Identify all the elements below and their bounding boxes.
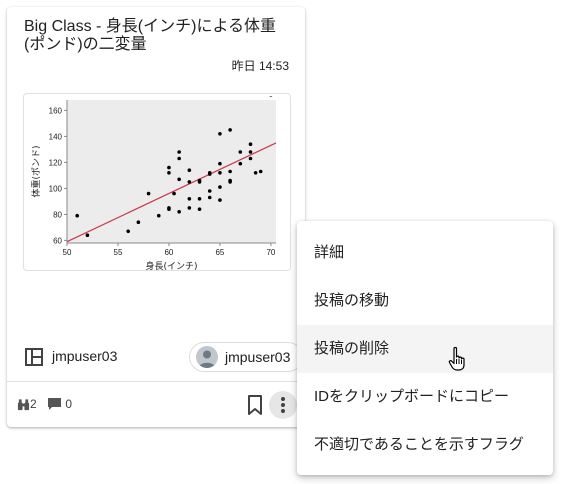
data-point xyxy=(177,150,181,154)
y-tick-label: 100 xyxy=(49,184,63,193)
data-point xyxy=(207,189,212,193)
data-point xyxy=(167,207,171,211)
data-point xyxy=(126,229,130,234)
scatter-plot: 60 80 100 120 140 160 50 55 60 65 70 体重(ポンド) 身長(インチ) xyxy=(24,94,290,270)
bookmark-icon xyxy=(248,395,262,415)
author-name: jmpuser03 xyxy=(225,349,291,365)
y-tick-label: 60 xyxy=(53,236,62,245)
x-tick-label: 65 xyxy=(215,248,224,257)
data-point xyxy=(75,213,79,218)
comments-stat: 0 xyxy=(47,397,72,411)
data-point xyxy=(167,165,171,170)
data-point xyxy=(177,210,181,214)
card-divider xyxy=(7,381,305,382)
data-point xyxy=(218,161,222,166)
data-point xyxy=(177,177,181,182)
data-point xyxy=(218,171,222,175)
context-menu: 詳細 投稿の移動 投稿の削除 IDをクリップボードにコピー 不適切であることを示… xyxy=(297,221,553,475)
menu-item-flag-inappropriate[interactable]: 不適切であることを示すフラグ xyxy=(297,421,553,469)
y-axis-label: 体重(ポンド) xyxy=(30,145,42,197)
views-stat: 2 xyxy=(17,397,37,411)
data-point xyxy=(177,156,181,161)
data-point xyxy=(136,220,141,224)
views-count: 2 xyxy=(30,397,37,411)
menu-item-move-post[interactable]: 投稿の移動 xyxy=(297,277,553,325)
menu-item-copy-id[interactable]: IDをクリップボードにコピー xyxy=(297,373,553,421)
data-point xyxy=(228,178,232,183)
data-point xyxy=(197,207,202,211)
y-tick-label: 160 xyxy=(49,106,63,115)
owner-row: jmpuser03 jmpuser03 xyxy=(24,342,303,372)
data-point xyxy=(146,191,151,196)
post-card[interactable]: Big Class - 身長(インチ)による体重(ポンド)の二変量 昨日 14:… xyxy=(7,7,305,427)
data-point xyxy=(228,169,232,174)
post-timestamp: 昨日 14:53 xyxy=(231,59,289,73)
author-chip[interactable]: jmpuser03 xyxy=(189,342,303,372)
data-point xyxy=(85,233,90,237)
binoculars-icon xyxy=(17,399,30,411)
hand-cursor-icon xyxy=(448,346,465,371)
y-tick-label: 80 xyxy=(53,210,62,219)
data-point xyxy=(187,206,192,210)
data-point xyxy=(207,172,212,176)
data-point xyxy=(167,171,171,175)
data-point xyxy=(238,161,243,166)
menu-item-details[interactable]: 詳細 xyxy=(297,229,553,277)
more-options-button[interactable] xyxy=(269,391,297,419)
owner-name[interactable]: jmpuser03 xyxy=(52,348,117,364)
data-point xyxy=(197,197,202,201)
data-point xyxy=(218,132,222,136)
data-point xyxy=(218,185,222,189)
data-point xyxy=(238,150,243,154)
person-icon xyxy=(198,350,216,368)
data-point xyxy=(156,213,161,218)
bookmark-button[interactable] xyxy=(245,394,265,416)
data-point xyxy=(172,191,176,196)
more-vertical-icon xyxy=(281,397,285,413)
x-axis-label: 身長(インチ) xyxy=(145,260,197,270)
comments-count: 0 xyxy=(65,397,73,411)
x-tick-label: 50 xyxy=(63,248,72,257)
x-tick-label: 70 xyxy=(266,248,275,257)
post-title[interactable]: Big Class - 身長(インチ)による体重(ポンド)の二変量 xyxy=(24,18,294,54)
data-point xyxy=(248,150,253,154)
space-icon xyxy=(25,348,43,366)
data-point xyxy=(258,169,263,174)
plot-area xyxy=(67,100,276,243)
data-point xyxy=(187,180,192,184)
x-tick-label: 55 xyxy=(114,248,123,257)
data-point xyxy=(248,142,253,146)
avatar xyxy=(196,346,218,368)
x-tick-label: 60 xyxy=(164,248,173,257)
data-point xyxy=(187,168,192,172)
data-point xyxy=(248,156,253,161)
data-point xyxy=(218,198,222,202)
data-point xyxy=(187,197,192,201)
chart-thumbnail[interactable]: 60 80 100 120 140 160 50 55 60 65 70 体重(ポンド) 身長(インチ) xyxy=(23,93,291,271)
y-tick-label: 140 xyxy=(49,132,63,141)
menu-item-delete-post[interactable]: 投稿の削除 xyxy=(297,325,553,373)
data-point xyxy=(207,195,212,200)
data-point xyxy=(228,128,232,132)
data-point xyxy=(253,171,258,175)
comment-icon xyxy=(48,398,61,410)
y-tick-label: 120 xyxy=(49,158,63,167)
data-point xyxy=(197,178,202,183)
